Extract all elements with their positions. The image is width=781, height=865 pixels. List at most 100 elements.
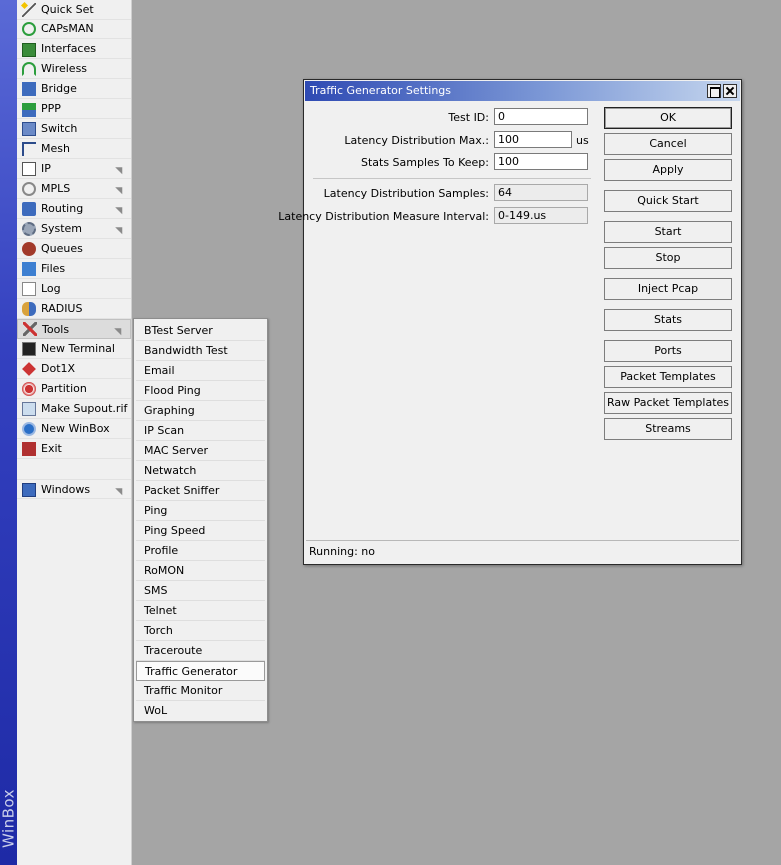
submenu-item-sms[interactable]: SMS — [136, 581, 265, 601]
submenu-item-wol[interactable]: WoL — [136, 701, 265, 721]
routing-icon — [22, 201, 36, 216]
submenu-item-ping-speed[interactable]: Ping Speed — [136, 521, 265, 541]
menu-item-files[interactable]: Files — [17, 259, 131, 279]
latency-max-input[interactable] — [494, 131, 572, 148]
ok-button[interactable]: OK — [604, 107, 732, 129]
submenu-item-traceroute[interactable]: Traceroute — [136, 641, 265, 661]
menu-item-exit[interactable]: Exit — [17, 439, 131, 459]
menu-item-log[interactable]: Log — [17, 279, 131, 299]
submenu-item-flood-ping[interactable]: Flood Ping — [136, 381, 265, 401]
menu-item-label: Wireless — [41, 62, 88, 75]
submenu-item-graphing[interactable]: Graphing — [136, 401, 265, 421]
menu-item-interfaces[interactable]: Interfaces — [17, 39, 131, 59]
menu-item-mpls[interactable]: MPLS — [17, 179, 131, 199]
packet-templates-button[interactable]: Packet Templates — [604, 366, 732, 388]
menu-item-label: Bridge — [41, 82, 77, 95]
tools-submenu: BTest Server Bandwidth Test Email Flood … — [133, 318, 268, 722]
menu-item-mesh[interactable]: Mesh — [17, 139, 131, 159]
menu-item-radius[interactable]: RADIUS — [17, 299, 131, 319]
submenu-arrow-icon — [115, 163, 126, 175]
latency-samples-label: Latency Distribution Samples: — [323, 187, 489, 200]
menu-item-ppp[interactable]: PPP — [17, 99, 131, 119]
separator — [313, 178, 591, 179]
menu-item-label: Tools — [42, 322, 70, 336]
stop-button[interactable]: Stop — [604, 247, 732, 269]
submenu-item-telnet[interactable]: Telnet — [136, 601, 265, 621]
submenu-item-ping[interactable]: Ping — [136, 501, 265, 521]
menu-item-label: New WinBox — [41, 422, 110, 435]
terminal-icon — [22, 341, 36, 356]
title-bar[interactable]: Traffic Generator Settings — [305, 81, 740, 101]
ip-icon — [22, 161, 36, 176]
maximize-button[interactable] — [707, 84, 721, 98]
capsman-icon — [22, 21, 36, 36]
quick-start-button[interactable]: Quick Start — [604, 190, 732, 212]
menu-item-label: New Terminal — [41, 342, 115, 355]
submenu-item-traffic-generator[interactable]: Traffic Generator — [136, 661, 265, 681]
menu-item-ip[interactable]: IP — [17, 159, 131, 179]
test-id-input[interactable] — [494, 108, 588, 125]
submenu-item-profile[interactable]: Profile — [136, 541, 265, 561]
submenu-item-torch[interactable]: Torch — [136, 621, 265, 641]
menu-item-label: PPP — [41, 102, 61, 115]
stats-samples-input[interactable] — [494, 153, 588, 170]
ports-button[interactable]: Ports — [604, 340, 732, 362]
latency-max-label: Latency Distribution Max.: — [344, 134, 489, 147]
main-menu: Quick Set CAPsMAN Interfaces Wireless Br… — [17, 0, 132, 865]
submenu-item-ip-scan[interactable]: IP Scan — [136, 421, 265, 441]
status-text: Running: no — [309, 545, 375, 558]
apply-button[interactable]: Apply — [604, 159, 732, 181]
submenu-item-bandwidth-test[interactable]: Bandwidth Test — [136, 341, 265, 361]
menu-item-tools[interactable]: Tools — [17, 319, 131, 339]
submenu-item-packet-sniffer[interactable]: Packet Sniffer — [136, 481, 265, 501]
menu-item-switch[interactable]: Switch — [17, 119, 131, 139]
menu-item-label: RADIUS — [41, 302, 83, 315]
close-button[interactable] — [723, 84, 737, 98]
menu-item-label: Partition — [41, 382, 87, 395]
menu-item-label: MPLS — [41, 182, 71, 195]
menu-item-new-winbox[interactable]: New WinBox — [17, 419, 131, 439]
latency-max-unit: us — [576, 134, 589, 147]
queues-icon — [22, 241, 36, 256]
menu-item-make-supout[interactable]: Make Supout.rif — [17, 399, 131, 419]
status-separator — [306, 540, 739, 541]
cancel-button[interactable]: Cancel — [604, 133, 732, 155]
log-icon — [22, 281, 36, 296]
switch-icon — [22, 121, 36, 136]
submenu-item-email[interactable]: Email — [136, 361, 265, 381]
inject-pcap-button[interactable]: Inject Pcap — [604, 278, 732, 300]
menu-item-label: Windows — [41, 482, 91, 496]
menu-item-label: Quick Set — [41, 3, 94, 16]
submenu-item-traffic-monitor[interactable]: Traffic Monitor — [136, 681, 265, 701]
menu-item-label: Make Supout.rif — [41, 402, 128, 415]
window-title: Traffic Generator Settings — [310, 84, 452, 97]
menu-item-quick-set[interactable]: Quick Set — [17, 0, 131, 20]
menu-item-windows[interactable]: Windows — [17, 479, 131, 499]
test-id-label: Test ID: — [448, 111, 489, 124]
submenu-item-btest-server[interactable]: BTest Server — [136, 321, 265, 341]
submenu-item-romon[interactable]: RoMON — [136, 561, 265, 581]
system-icon — [22, 221, 36, 236]
menu-item-label: IP — [41, 162, 51, 175]
menu-item-system[interactable]: System — [17, 219, 131, 239]
raw-packet-templates-button[interactable]: Raw Packet Templates — [604, 392, 732, 414]
menu-item-capsman[interactable]: CAPsMAN — [17, 19, 131, 39]
menu-item-routing[interactable]: Routing — [17, 199, 131, 219]
submenu-arrow-icon — [114, 324, 125, 336]
streams-button[interactable]: Streams — [604, 418, 732, 440]
menu-item-partition[interactable]: Partition — [17, 379, 131, 399]
stats-button[interactable]: Stats — [604, 309, 732, 331]
submenu-item-mac-server[interactable]: MAC Server — [136, 441, 265, 461]
brand-strip: WinBox — [0, 0, 18, 865]
menu-item-bridge[interactable]: Bridge — [17, 79, 131, 99]
latency-interval-label: Latency Distribution Measure Interval: — [278, 210, 489, 223]
menu-item-label: Exit — [41, 442, 62, 455]
menu-item-dot1x[interactable]: Dot1X — [17, 359, 131, 379]
submenu-item-netwatch[interactable]: Netwatch — [136, 461, 265, 481]
radius-icon — [22, 301, 36, 316]
menu-item-queues[interactable]: Queues — [17, 239, 131, 259]
latency-interval-value: 0-149.us — [494, 207, 588, 224]
menu-item-new-terminal[interactable]: New Terminal — [17, 339, 131, 359]
start-button[interactable]: Start — [604, 221, 732, 243]
menu-item-wireless[interactable]: Wireless — [17, 59, 131, 79]
